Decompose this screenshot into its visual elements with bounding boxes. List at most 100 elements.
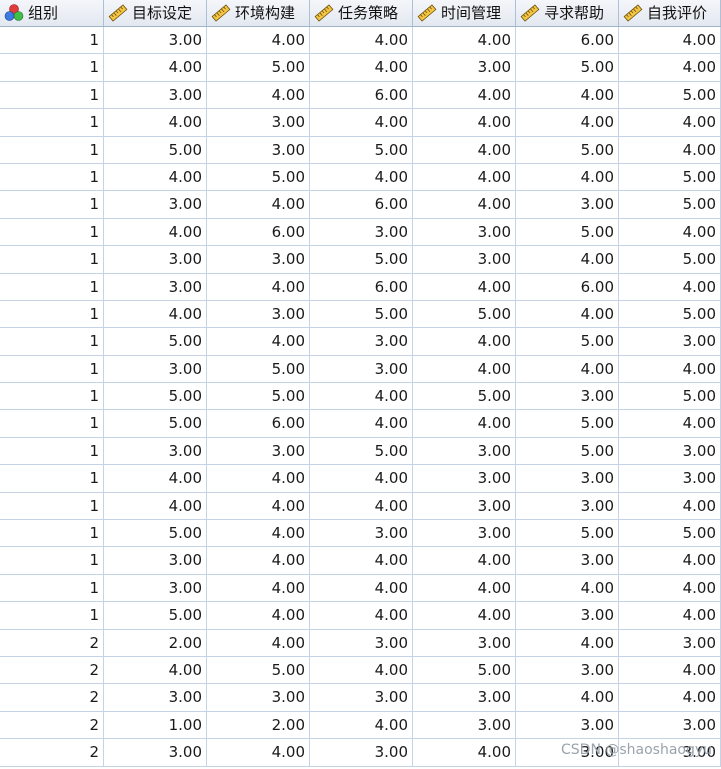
- table-cell[interactable]: 4.00: [516, 574, 619, 603]
- table-cell[interactable]: 5.00: [207, 355, 310, 384]
- table-cell[interactable]: 6.00: [516, 273, 619, 301]
- table-cell[interactable]: 5.00: [619, 191, 721, 219]
- table-cell[interactable]: 3.00: [104, 191, 207, 219]
- table-cell[interactable]: 3.00: [413, 629, 516, 657]
- table-cell[interactable]: 3.00: [413, 54, 516, 82]
- table-cell[interactable]: 6.00: [310, 273, 413, 301]
- table-cell[interactable]: 3.00: [516, 656, 619, 685]
- table-cell[interactable]: 4.00: [104, 300, 207, 329]
- table-cell[interactable]: 6.00: [516, 27, 619, 55]
- table-cell[interactable]: 5.00: [619, 520, 721, 548]
- table-cell[interactable]: 1: [0, 410, 104, 438]
- table-cell[interactable]: 5.00: [207, 163, 310, 192]
- table-cell[interactable]: 4.00: [619, 273, 721, 301]
- table-cell[interactable]: 3.00: [413, 520, 516, 548]
- table-cell[interactable]: 4.00: [207, 81, 310, 110]
- table-cell[interactable]: 3.00: [310, 739, 413, 767]
- table-cell[interactable]: 4.00: [207, 602, 310, 630]
- table-cell[interactable]: 5.00: [104, 383, 207, 411]
- table-cell[interactable]: 4.00: [619, 27, 721, 55]
- table-cell[interactable]: 1: [0, 465, 104, 493]
- table-cell[interactable]: 3.00: [619, 711, 721, 740]
- table-cell[interactable]: 2: [0, 656, 104, 685]
- table-cell[interactable]: 4.00: [516, 163, 619, 192]
- table-cell[interactable]: 4.00: [413, 27, 516, 55]
- table-cell[interactable]: 2: [0, 684, 104, 712]
- table-cell[interactable]: 3.00: [516, 465, 619, 493]
- table-cell[interactable]: 5.00: [310, 300, 413, 329]
- table-cell[interactable]: 3.00: [207, 136, 310, 164]
- table-cell[interactable]: 3.00: [516, 711, 619, 740]
- table-cell[interactable]: 5.00: [207, 656, 310, 685]
- table-cell[interactable]: 3.00: [104, 574, 207, 603]
- table-cell[interactable]: 4.00: [310, 492, 413, 521]
- table-cell[interactable]: 5.00: [516, 520, 619, 548]
- table-cell[interactable]: 5.00: [207, 383, 310, 411]
- table-cell[interactable]: 4.00: [310, 711, 413, 740]
- table-cell[interactable]: 4.00: [413, 355, 516, 384]
- table-cell[interactable]: 3.00: [207, 300, 310, 329]
- table-cell[interactable]: 4.00: [207, 492, 310, 521]
- table-cell[interactable]: 5.00: [413, 383, 516, 411]
- table-cell[interactable]: 1: [0, 300, 104, 329]
- table-cell[interactable]: 1: [0, 136, 104, 164]
- table-cell[interactable]: 3.00: [310, 218, 413, 247]
- table-cell[interactable]: 3.00: [310, 355, 413, 384]
- table-cell[interactable]: 5.00: [619, 383, 721, 411]
- table-cell[interactable]: 3.00: [310, 328, 413, 356]
- table-cell[interactable]: 1: [0, 520, 104, 548]
- table-cell[interactable]: 4.00: [619, 109, 721, 137]
- table-cell[interactable]: 2: [0, 629, 104, 657]
- table-cell[interactable]: 3.00: [516, 383, 619, 411]
- table-cell[interactable]: 6.00: [310, 81, 413, 110]
- table-cell[interactable]: 4.00: [619, 574, 721, 603]
- table-cell[interactable]: 4.00: [619, 547, 721, 575]
- table-cell[interactable]: 1: [0, 81, 104, 110]
- table-cell[interactable]: 3.00: [413, 246, 516, 274]
- table-cell[interactable]: 3.00: [516, 602, 619, 630]
- table-cell[interactable]: 1: [0, 191, 104, 219]
- table-cell[interactable]: 4.00: [207, 273, 310, 301]
- table-cell[interactable]: 1: [0, 492, 104, 521]
- table-cell[interactable]: 4.00: [310, 109, 413, 137]
- table-cell[interactable]: 4.00: [104, 54, 207, 82]
- table-cell[interactable]: 5.00: [516, 328, 619, 356]
- table-cell[interactable]: 5.00: [104, 136, 207, 164]
- table-cell[interactable]: 3.00: [413, 465, 516, 493]
- table-cell[interactable]: 4.00: [310, 574, 413, 603]
- table-cell[interactable]: 4.00: [413, 410, 516, 438]
- table-cell[interactable]: 3.00: [619, 739, 721, 767]
- table-cell[interactable]: 5.00: [104, 520, 207, 548]
- table-cell[interactable]: 5.00: [104, 410, 207, 438]
- table-cell[interactable]: 3.00: [619, 629, 721, 657]
- column-header-1[interactable]: 目标设定: [104, 0, 207, 26]
- table-cell[interactable]: 2: [0, 739, 104, 767]
- table-cell[interactable]: 4.00: [104, 218, 207, 247]
- column-header-3[interactable]: 任务策略: [310, 0, 413, 26]
- table-cell[interactable]: 4.00: [310, 54, 413, 82]
- table-cell[interactable]: 4.00: [413, 739, 516, 767]
- table-cell[interactable]: 5.00: [516, 218, 619, 247]
- table-cell[interactable]: 3.00: [516, 191, 619, 219]
- table-cell[interactable]: 3.00: [310, 629, 413, 657]
- table-cell[interactable]: 4.00: [310, 547, 413, 575]
- table-cell[interactable]: 4.00: [310, 656, 413, 685]
- table-cell[interactable]: 5.00: [619, 163, 721, 192]
- table-cell[interactable]: 5.00: [310, 437, 413, 466]
- table-cell[interactable]: 5.00: [516, 437, 619, 466]
- table-cell[interactable]: 3.00: [619, 328, 721, 356]
- table-cell[interactable]: 4.00: [516, 300, 619, 329]
- table-cell[interactable]: 5.00: [516, 136, 619, 164]
- table-cell[interactable]: 5.00: [104, 328, 207, 356]
- table-cell[interactable]: 4.00: [310, 602, 413, 630]
- table-cell[interactable]: 1: [0, 27, 104, 55]
- table-cell[interactable]: 4.00: [516, 684, 619, 712]
- table-cell[interactable]: 1: [0, 328, 104, 356]
- table-cell[interactable]: 3.00: [413, 437, 516, 466]
- table-cell[interactable]: 4.00: [413, 191, 516, 219]
- column-header-6[interactable]: 自我评价: [619, 0, 721, 26]
- table-cell[interactable]: 3.00: [104, 246, 207, 274]
- table-cell[interactable]: 6.00: [207, 218, 310, 247]
- table-cell[interactable]: 5.00: [104, 602, 207, 630]
- table-cell[interactable]: 4.00: [413, 109, 516, 137]
